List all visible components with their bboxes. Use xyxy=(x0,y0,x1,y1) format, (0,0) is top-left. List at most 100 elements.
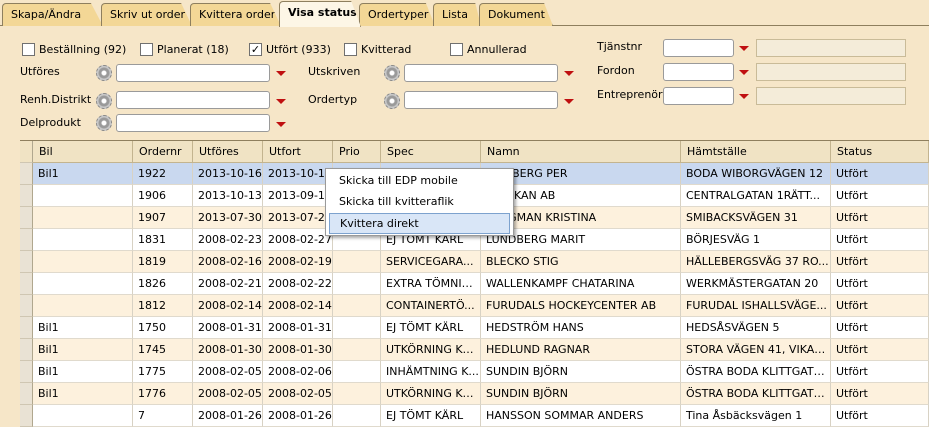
chevron-down-icon[interactable] xyxy=(273,93,289,109)
column-header-ordernr[interactable]: Ordernr xyxy=(133,141,193,163)
table-row[interactable]: 1819 2008-02-16 2008-02-19 SERVICEGARA... BL… xyxy=(33,251,929,273)
menu-item-kvittera-direkt[interactable]: Kvittera direkt xyxy=(329,213,510,234)
chevron-down-icon[interactable] xyxy=(561,93,577,109)
tjanstnr-combo[interactable] xyxy=(663,39,734,57)
cell-bil xyxy=(33,273,133,295)
checkbox-box[interactable] xyxy=(450,42,463,56)
ordertyp-combo[interactable] xyxy=(404,91,558,109)
cell-status: Utfört xyxy=(831,185,929,207)
gear-icon[interactable] xyxy=(384,65,400,81)
checkbox-box[interactable] xyxy=(344,42,357,56)
table-row[interactable]: 1826 2008-02-21 2008-02-22 EXTRA TÖMNIN... W… xyxy=(33,273,929,295)
gear-icon[interactable] xyxy=(96,65,112,81)
checkbox-box-checked[interactable]: ✓ xyxy=(249,42,262,56)
cell-spec: UTKÖRNING KÄ... xyxy=(381,383,481,405)
cell-spec: CONTAINERTÖ... xyxy=(381,295,481,317)
row-selector[interactable] xyxy=(20,383,33,405)
cell-hamtstalle: WERKMÄSTERGATAN 20 xyxy=(681,273,831,295)
gear-icon[interactable] xyxy=(384,93,400,109)
table-row[interactable]: 7 2008-01-26 2008-01-26 EJ TÖMT KÄRL HANSSON… xyxy=(33,405,929,427)
utskriven-combo[interactable] xyxy=(404,64,558,82)
cell-namn: BLECKO STIG xyxy=(481,251,681,273)
table-row[interactable]: 1812 2008-02-14 2008-02-14 CONTAINERTÖ... FU… xyxy=(33,295,929,317)
table-row[interactable]: Bil1 1776 2008-02-05 2008-02-05 UTKÖRNING KÄ… xyxy=(33,383,929,405)
checkbox-utfort[interactable]: ✓ Utfört (933) xyxy=(249,41,331,57)
row-selector[interactable] xyxy=(20,251,33,273)
column-header-hamtstalle[interactable]: Hämtställe xyxy=(681,141,831,163)
cell-hamtstalle: ÖSTRA BODA KLITTGATU... xyxy=(681,383,831,405)
cell-prio xyxy=(333,361,381,383)
column-header-utfores[interactable]: Utföres xyxy=(193,141,263,163)
renh-distrikt-combo[interactable] xyxy=(116,91,270,109)
entreprenor-combo[interactable] xyxy=(663,87,734,105)
cell-status: Utfört xyxy=(831,383,929,405)
column-header-prio[interactable]: Prio xyxy=(333,141,381,163)
cell-ordernr: 1750 xyxy=(133,317,193,339)
utfores-combo[interactable] xyxy=(116,64,270,82)
checkbox-planerat[interactable]: Planerat (18) xyxy=(140,41,229,57)
label-ordertyp: Ordertyp xyxy=(308,93,358,106)
cell-bil xyxy=(33,295,133,317)
cell-utfort: 2013-07-20 xyxy=(263,207,333,229)
table-row[interactable]: Bil1 1750 2008-01-31 2008-01-31 EJ TÖMT KÄRL… xyxy=(33,317,929,339)
cell-utfores: 2008-01-26 xyxy=(193,405,263,427)
checkbox-box[interactable] xyxy=(140,42,153,56)
row-selector[interactable] xyxy=(20,405,33,427)
row-selector[interactable] xyxy=(20,295,33,317)
cell-hamtstalle: BÖRJESVÄG 1 xyxy=(681,229,831,251)
tab-skapa-andra[interactable]: Skapa/Ändra xyxy=(2,3,103,26)
menu-item-send-kvitteraflik[interactable]: Skicka till kvitteraflik xyxy=(329,192,510,213)
delprodukt-combo[interactable] xyxy=(116,114,270,132)
gear-icon[interactable] xyxy=(96,115,112,131)
column-header-utfort[interactable]: Utfort xyxy=(263,141,333,163)
chevron-down-icon[interactable] xyxy=(736,88,752,104)
cell-hamtstalle: SMIBACKSVÄGEN 31 xyxy=(681,207,831,229)
row-selector[interactable] xyxy=(20,361,33,383)
tab-visa-status[interactable]: Visa status xyxy=(279,1,361,27)
cell-utfort: 2008-02-14 xyxy=(263,295,333,317)
table-row[interactable]: Bil1 1745 2008-01-30 2008-01-30 UTKÖRNING KÄ… xyxy=(33,339,929,361)
row-selector[interactable] xyxy=(20,207,33,229)
row-selector[interactable] xyxy=(20,273,33,295)
checkbox-box[interactable] xyxy=(22,42,35,56)
column-header-spec[interactable]: Spec xyxy=(381,141,481,163)
checkbox-annullerad[interactable]: Annullerad xyxy=(450,41,527,57)
grid-corner xyxy=(20,141,33,163)
fordon-combo[interactable] xyxy=(663,63,734,81)
chevron-down-icon[interactable] xyxy=(273,65,289,81)
label-tjanstnr: Tjänstnr xyxy=(597,40,643,53)
checkbox-kvitterad[interactable]: Kvitterad xyxy=(344,41,411,57)
tab-dokument[interactable]: Dokument xyxy=(479,3,553,26)
tab-skriv-ut-order[interactable]: Skriv ut order xyxy=(101,3,192,26)
tab-ordertyper[interactable]: Ordertyper xyxy=(359,3,435,26)
chevron-down-icon[interactable] xyxy=(273,116,289,132)
row-selector[interactable] xyxy=(20,163,33,185)
cell-hamtstalle: CENTRALGATAN 1RÄTT... xyxy=(681,185,831,207)
cell-ordernr: 1775 xyxy=(133,361,193,383)
row-selector[interactable] xyxy=(20,339,33,361)
cell-status: Utfört xyxy=(831,273,929,295)
cell-spec: UTKÖRNING KÄ... xyxy=(381,339,481,361)
cell-ordernr: 1831 xyxy=(133,229,193,251)
row-selector[interactable] xyxy=(20,185,33,207)
row-selector[interactable] xyxy=(20,229,33,251)
menu-item-send-edp-mobile[interactable]: Skicka till EDP mobile xyxy=(329,171,510,192)
label-fordon: Fordon xyxy=(597,64,635,77)
chevron-down-icon[interactable] xyxy=(736,64,752,80)
table-row[interactable]: Bil1 1775 2008-02-05 2008-02-06 INHÄMTNING K… xyxy=(33,361,929,383)
gear-icon[interactable] xyxy=(96,93,112,109)
cell-status: Utfört xyxy=(831,251,929,273)
checkbox-bestallning[interactable]: Beställning (92) xyxy=(22,41,126,57)
chevron-down-icon[interactable] xyxy=(736,40,752,56)
cell-utfort: 2008-01-30 xyxy=(263,339,333,361)
row-selector[interactable] xyxy=(20,317,33,339)
cell-prio xyxy=(333,405,381,427)
column-header-namn[interactable]: Namn xyxy=(481,141,681,163)
cell-utfores: 2008-01-30 xyxy=(193,339,263,361)
tab-lista[interactable]: Lista xyxy=(433,3,481,26)
tab-kvittera-order[interactable]: Kvittera order xyxy=(190,3,281,26)
label-utskriven: Utskriven xyxy=(308,65,361,78)
column-header-status[interactable]: Status xyxy=(831,141,929,163)
chevron-down-icon[interactable] xyxy=(561,65,577,81)
column-header-bil[interactable]: Bil xyxy=(33,141,133,163)
